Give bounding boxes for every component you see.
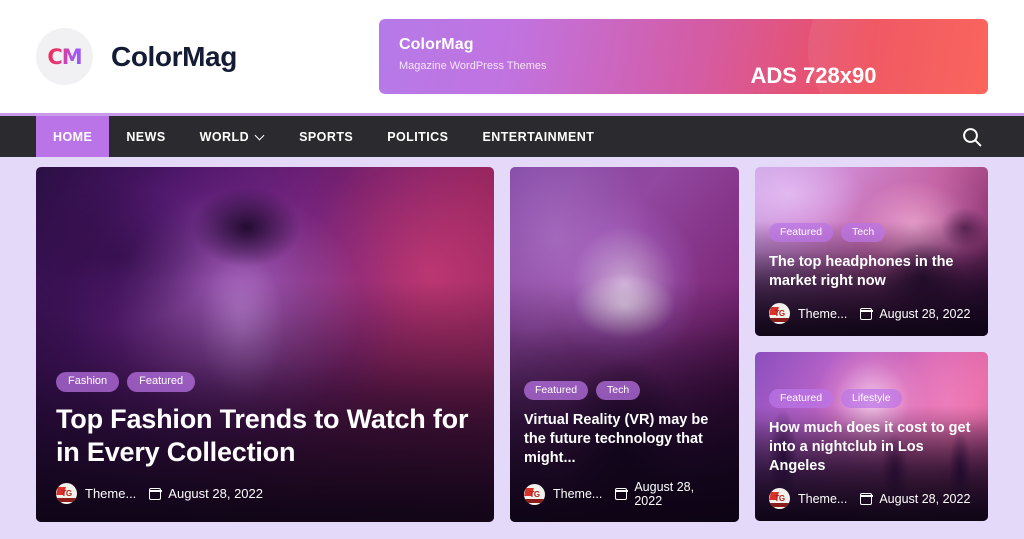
site-title: ColorMag [111, 40, 237, 72]
post-date: August 28, 2022 [859, 491, 971, 506]
date-text: August 28, 2022 [879, 491, 971, 506]
post-content: Featured Tech Virtual Reality (VR) may b… [510, 380, 739, 522]
post-author[interactable]: TG Theme... [56, 483, 136, 504]
post-author[interactable]: TG Theme... [524, 483, 603, 505]
category-badge[interactable]: Featured [769, 388, 834, 409]
category-badge[interactable]: Tech [841, 222, 886, 243]
post-title[interactable]: How much does it cost to get into a nigh… [769, 419, 974, 476]
advertisement-banner[interactable]: ColorMag Magazine WordPress Themes ADS 7… [379, 19, 988, 94]
right-column: Featured Tech The top headphones in the … [755, 167, 988, 539]
nav-item-world[interactable]: WORLD [183, 116, 282, 157]
nav-item-entertainment[interactable]: ENTERTAINMENT [465, 116, 611, 157]
post-meta: TG Theme... August 28, 2022 [56, 483, 474, 504]
nav-item-label: WORLD [199, 129, 250, 144]
featured-post-card-middle[interactable]: Featured Tech Virtual Reality (VR) may b… [510, 167, 740, 522]
featured-posts-grid: Fashion Featured Top Fashion Trends to W… [0, 157, 1024, 539]
post-date: August 28, 2022 [859, 306, 971, 321]
nav-item-label: ENTERTAINMENT [482, 129, 595, 144]
avatar: TG [56, 483, 77, 504]
category-badges: Fashion Featured [56, 372, 474, 393]
featured-post-card-top-right[interactable]: Featured Tech The top headphones in the … [755, 167, 988, 336]
featured-post-card-hero[interactable]: Fashion Featured Top Fashion Trends to W… [36, 167, 495, 522]
author-name: Theme... [798, 491, 848, 506]
nav-item-sports[interactable]: SPORTS [282, 116, 370, 157]
post-title[interactable]: The top headphones in the market right n… [769, 253, 974, 291]
nav-item-news[interactable]: NEWS [109, 116, 182, 157]
category-badges: Featured Lifestyle [769, 388, 974, 409]
category-badge[interactable]: Featured [524, 380, 589, 401]
chevron-down-icon [256, 132, 265, 141]
avatar: TG [524, 483, 546, 505]
middle-column: Featured Tech Virtual Reality (VR) may b… [510, 167, 740, 539]
nav-item-label: HOME [53, 129, 93, 144]
nav-item-label: SPORTS [299, 129, 354, 144]
calendar-icon [614, 488, 628, 500]
nav-item-label: NEWS [126, 129, 166, 144]
category-badge[interactable]: Tech [596, 380, 641, 401]
post-date: August 28, 2022 [614, 480, 725, 508]
post-meta: TG Theme... August 28, 2022 [769, 303, 974, 324]
post-meta: TG Theme... August 28, 2022 [769, 488, 974, 509]
hero-column: Fashion Featured Top Fashion Trends to W… [36, 167, 495, 539]
category-badge[interactable]: Lifestyle [841, 388, 902, 409]
date-text: August 28, 2022 [879, 306, 971, 321]
main-navigation: HOME NEWS WORLD SPORTS POLITICS ENTERTAI… [0, 116, 1024, 157]
category-badges: Featured Tech [524, 380, 725, 401]
brand-logo-icon: CM [36, 28, 93, 85]
site-header: CM ColorMag ColorMag Magazine WordPress … [0, 0, 1024, 113]
author-name: Theme... [798, 306, 848, 321]
post-title[interactable]: Virtual Reality (VR) may be the future t… [524, 411, 725, 468]
search-icon [963, 127, 982, 146]
post-content: Fashion Featured Top Fashion Trends to W… [36, 372, 494, 522]
nav-items: HOME NEWS WORLD SPORTS POLITICS ENTERTAI… [36, 116, 611, 157]
calendar-icon [859, 492, 873, 505]
post-date: August 28, 2022 [148, 486, 263, 501]
post-meta: TG Theme... August 28, 2022 [524, 480, 725, 508]
nav-item-home[interactable]: HOME [36, 116, 110, 157]
ad-title: ColorMag [399, 36, 474, 53]
author-name: Theme... [85, 486, 137, 501]
nav-item-label: POLITICS [387, 129, 449, 144]
post-content: Featured Tech The top headphones in the … [755, 222, 988, 336]
category-badges: Featured Tech [769, 222, 974, 243]
ad-size-label: ADS 728x90 [750, 63, 877, 88]
featured-post-card-bottom-right[interactable]: Featured Lifestyle How much does it cost… [755, 352, 988, 521]
page-root: CM ColorMag ColorMag Magazine WordPress … [0, 0, 1024, 539]
post-content: Featured Lifestyle How much does it cost… [755, 388, 988, 521]
category-badge[interactable]: Fashion [56, 372, 120, 393]
date-text: August 28, 2022 [168, 486, 263, 501]
search-toggle-button[interactable] [960, 116, 984, 157]
category-badge[interactable]: Featured [769, 222, 834, 243]
calendar-icon [859, 307, 873, 320]
avatar: TG [769, 303, 791, 324]
site-branding[interactable]: CM ColorMag [36, 28, 237, 85]
brand-logo-initials: CM [47, 44, 82, 69]
category-badge[interactable]: Featured [127, 372, 196, 393]
post-author[interactable]: TG Theme... [769, 303, 847, 324]
date-text: August 28, 2022 [634, 480, 695, 508]
author-name: Theme... [553, 487, 603, 501]
avatar: TG [769, 488, 791, 509]
calendar-icon [148, 487, 162, 500]
nav-item-politics[interactable]: POLITICS [370, 116, 465, 157]
post-author[interactable]: TG Theme... [769, 488, 847, 509]
post-title[interactable]: Top Fashion Trends to Watch for in Every… [56, 403, 474, 469]
